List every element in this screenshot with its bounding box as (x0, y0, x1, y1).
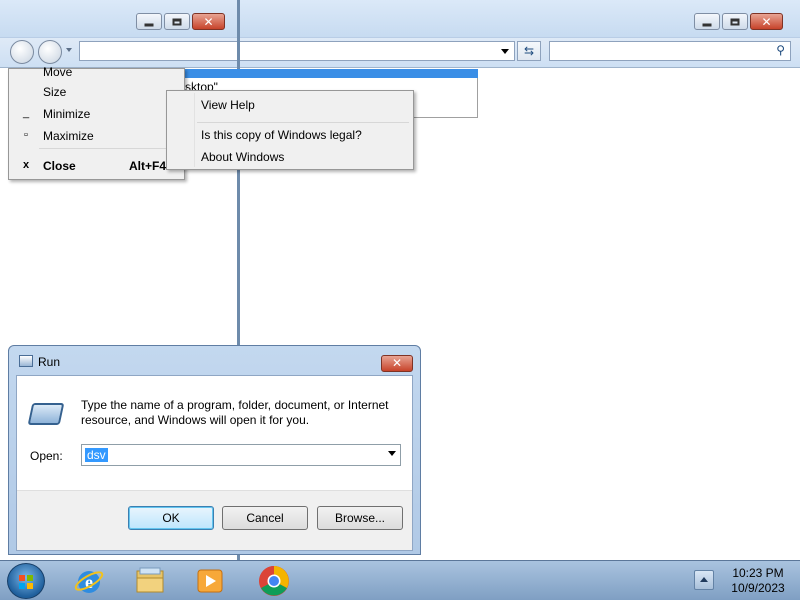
browse-button[interactable]: Browse... (317, 506, 403, 530)
taskbar: e 10:23 PM 10/9/2023 (0, 560, 800, 600)
internet-explorer-icon[interactable]: e (72, 564, 106, 598)
windows-logo-icon (19, 575, 33, 589)
menu-item-label: Close (43, 159, 76, 173)
ok-button[interactable]: OK (128, 506, 214, 530)
maximize-button[interactable] (164, 13, 190, 30)
open-input-value[interactable]: dsv (85, 448, 108, 462)
menu-item-label: Minimize (43, 107, 91, 121)
menu-item-label: Is this copy of Windows legal? (201, 128, 362, 142)
refresh-button[interactable]: ⇆ (517, 41, 541, 61)
menu-item-label: View Help (201, 98, 255, 112)
close-icon: ✕ (203, 14, 214, 29)
menu-item-about-windows[interactable]: About Windows (167, 145, 413, 167)
menu-item-label: Size (43, 85, 67, 99)
close-button[interactable]: ✕ (750, 13, 783, 30)
close-button[interactable]: ✕ (192, 13, 225, 30)
maximize-icon (172, 18, 182, 25)
chrome-icon[interactable] (257, 564, 291, 598)
menu-item-label: About Windows (201, 150, 285, 164)
maximize-button[interactable] (722, 13, 748, 30)
system-menu: Move Size _ Minimize ▫ Maximize x Close … (8, 65, 185, 180)
menu-item-label: Move (43, 65, 73, 79)
menu-item-view-help[interactable]: View Help (167, 93, 413, 115)
dialog-body: Type the name of a program, folder, docu… (16, 375, 413, 551)
chevron-up-icon (700, 577, 708, 582)
dropdown-arrow-icon[interactable] (388, 451, 396, 456)
maximize-icon: ▫ (24, 129, 28, 141)
menu-separator (39, 148, 181, 149)
menu-item-size[interactable]: Size (9, 81, 184, 103)
media-player-icon[interactable] (193, 564, 227, 598)
run-dialog: Run ✕ Type the name of a program, folder… (8, 345, 421, 555)
start-button[interactable] (7, 563, 45, 599)
selected-item-highlight (183, 69, 478, 78)
menu-item-maximize[interactable]: ▫ Maximize (9, 125, 184, 147)
menu-item-accelerator: Alt+F4 (128, 159, 166, 173)
dialog-title: Run (38, 355, 61, 369)
open-combobox[interactable]: dsv (81, 444, 401, 466)
close-icon: ✕ (391, 356, 403, 370)
run-icon (19, 355, 33, 367)
minimize-icon (702, 23, 712, 26)
menu-item-label: Maximize (43, 129, 94, 143)
close-icon: ✕ (761, 14, 772, 29)
system-clock[interactable]: 10:23 PM 10/9/2023 (718, 566, 798, 596)
minimize-icon: _ (22, 107, 30, 119)
minimize-button[interactable] (136, 13, 162, 30)
cancel-button[interactable]: Cancel (222, 506, 308, 530)
search-icon: ⚲ (776, 43, 785, 57)
minimize-icon (144, 23, 154, 26)
address-dropdown-icon[interactable] (501, 49, 509, 54)
windows-explorer-icon[interactable] (133, 564, 167, 598)
menu-item-move[interactable]: Move (9, 61, 184, 83)
dialog-description: Type the name of a program, folder, docu… (81, 398, 389, 427)
help-menu: View Help Is this copy of Windows legal?… (166, 90, 414, 170)
minimize-button[interactable] (694, 13, 720, 30)
run-program-icon (27, 403, 65, 425)
search-input[interactable]: ⚲ (549, 41, 791, 61)
second-window-titlebar[interactable]: ✕ (0, 0, 237, 38)
maximize-icon (730, 18, 740, 25)
open-label: Open: (30, 449, 63, 463)
close-button[interactable]: ✕ (381, 355, 413, 372)
menu-item-close[interactable]: x Close Alt+F4 (9, 155, 184, 177)
clock-date: 10/9/2023 (731, 581, 785, 595)
dialog-content: Type the name of a program, folder, docu… (17, 376, 412, 491)
menu-item-minimize[interactable]: _ Minimize (9, 103, 184, 125)
clock-time: 10:23 PM (732, 566, 784, 580)
close-icon: x (22, 159, 30, 171)
menu-item-windows-legal[interactable]: Is this copy of Windows legal? (167, 123, 413, 145)
show-hidden-icons-button[interactable] (694, 570, 714, 590)
refresh-icon: ⇆ (523, 44, 535, 58)
